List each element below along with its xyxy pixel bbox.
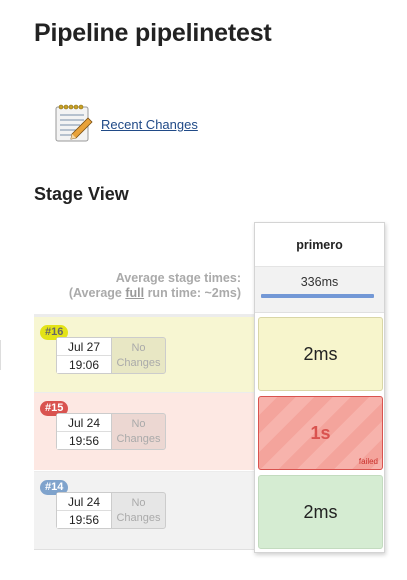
stage-average: 336ms (255, 267, 384, 313)
build-date-box: Jul 24 19:56 No Changes (56, 492, 166, 529)
build-time: 19:56 (68, 513, 100, 527)
changes-link[interactable]: No Changes (112, 493, 165, 528)
recent-changes-link[interactable]: Recent Changes (101, 117, 198, 132)
build-time: 19:56 (68, 434, 100, 448)
stage-cell[interactable]: 2ms (258, 475, 383, 549)
stage-duration: 1s (310, 422, 331, 443)
recent-changes: Recent Changes (52, 101, 198, 145)
stage-view-title: Stage View (34, 184, 129, 204)
stage-duration: 2ms (303, 501, 338, 522)
stage-column-primero: primero 336ms 2ms 1s failed 2ms (254, 222, 385, 553)
stage-average-time: 336ms (300, 275, 339, 289)
stage-cell-failed[interactable]: 1s failed (258, 396, 383, 470)
stage-cell[interactable]: 2ms (258, 317, 383, 391)
page-title: Pipeline pipelinetest (34, 19, 272, 47)
changes-link[interactable]: No Changes (112, 414, 165, 449)
stage-duration: 2ms (303, 343, 338, 364)
failed-label: failed (358, 457, 378, 466)
build-date: Jul 27 (57, 338, 111, 356)
build-row: #16 Jul 27 19:06 No Changes (34, 314, 254, 392)
build-date-box: Jul 24 19:56 No Changes (56, 413, 166, 450)
full-run-link[interactable]: full (125, 286, 144, 300)
build-date: Jul 24 (57, 493, 111, 511)
build-time: 19:06 (68, 358, 100, 372)
avg-label-line2: (Average full run time: ~2ms) (68, 286, 241, 300)
average-stage-times-label: Average stage times: (Average full run t… (34, 271, 241, 301)
build-row: #15 Jul 24 19:56 No Changes (34, 392, 254, 470)
changes-link[interactable]: No Changes (112, 338, 165, 373)
avg-label-line1: Average stage times: (115, 271, 241, 285)
build-date-box: Jul 27 19:06 No Changes (56, 337, 166, 374)
build-row: #14 Jul 24 19:56 No Changes (34, 471, 254, 550)
stage-header: primero (255, 223, 384, 267)
notepad-icon (55, 104, 93, 142)
left-divider (0, 340, 2, 370)
stage-average-bar (261, 294, 374, 298)
build-date: Jul 24 (57, 414, 111, 432)
